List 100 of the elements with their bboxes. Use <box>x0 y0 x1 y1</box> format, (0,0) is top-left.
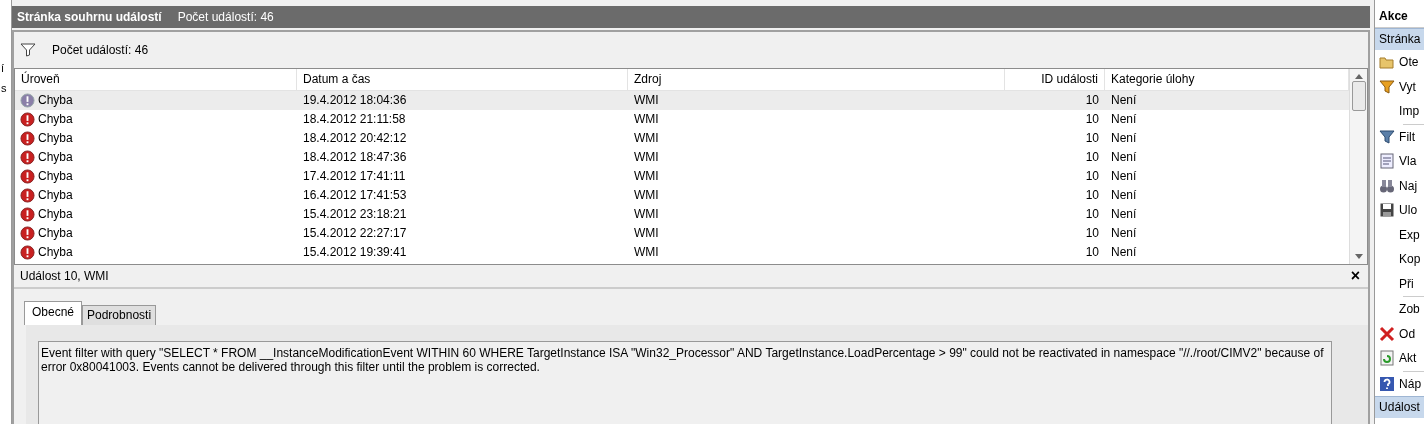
folder-icon <box>1379 54 1396 71</box>
funnel-icon <box>1379 128 1396 145</box>
table-row[interactable]: Chyba 17.4.2012 17:41:11 WMI 10 Není <box>15 167 1350 186</box>
table-cell-text: 18.4.2012 21:11:58 <box>302 112 407 127</box>
table-cell-text: WMI <box>633 150 660 165</box>
table-cell-text: 17.4.2012 17:41:11 <box>302 169 407 184</box>
table-cell-text: WMI <box>633 245 660 260</box>
action-item[interactable]: Exp <box>1399 227 1420 242</box>
event-title: Událost 10, WMI <box>20 268 109 284</box>
table-cell-text: WMI <box>633 226 660 241</box>
action-item[interactable]: Od <box>1399 326 1416 341</box>
table-cell: 10 <box>1085 207 1099 222</box>
filter-count: Počet událostí: 46 <box>52 42 149 58</box>
error-icon <box>20 188 35 203</box>
action-item[interactable]: Při <box>1399 276 1414 291</box>
table-cell: Chyba <box>38 169 73 184</box>
table-row[interactable]: Chyba 15.4.2012 19:39:41 WMI 10 Není <box>15 243 1350 262</box>
page-title: Stránka souhrnu událostí <box>17 9 162 25</box>
section-header[interactable]: Stránka <box>1375 28 1424 50</box>
help-icon <box>1379 375 1396 392</box>
column-header[interactable]: Úroveň <box>15 69 297 90</box>
error-icon <box>20 150 35 165</box>
table-cell-text: WMI <box>633 188 660 203</box>
table-cell: Chyba <box>38 245 73 260</box>
column-header[interactable]: Zdroj <box>628 69 1005 90</box>
table-row[interactable]: Chyba 16.4.2012 17:41:53 WMI 10 Není <box>15 186 1350 205</box>
action-item[interactable]: Ulo <box>1399 203 1418 218</box>
table-cell-text: 16.4.2012 17:41:53 <box>302 188 408 203</box>
binoculars-icon <box>1379 177 1396 194</box>
action-item[interactable]: Ote <box>1399 55 1419 70</box>
scroll-thumb[interactable] <box>1351 81 1366 111</box>
table-cell-text: Není <box>1110 169 1138 184</box>
funnel-icon <box>1379 78 1396 95</box>
table-cell: 10 <box>1085 93 1099 108</box>
action-item[interactable]: Kop <box>1399 252 1421 267</box>
table-cell-text: 15.4.2012 23:18:21 <box>302 207 408 222</box>
table-cell-text: Není <box>1110 93 1138 108</box>
column-header[interactable]: Datum a čas <box>297 69 628 90</box>
table-cell-text: 19.4.2012 18:04:36 <box>302 93 408 108</box>
table-cell-text: 18.4.2012 18:47:36 <box>302 150 408 165</box>
table-row[interactable]: Chyba 18.4.2012 21:11:58 WMI 10 Není <box>15 110 1350 129</box>
scroll-down-icon[interactable] <box>1354 254 1363 259</box>
scroll-up-icon[interactable] <box>1354 74 1363 79</box>
action-item[interactable]: Imp <box>1399 104 1420 119</box>
delete-icon <box>1379 325 1396 342</box>
table-row[interactable]: Chyba 15.4.2012 22:27:17 WMI 10 Není <box>15 224 1350 243</box>
column-header[interactable]: ID události <box>1005 69 1105 90</box>
table-cell: 10 <box>1085 169 1099 184</box>
error-icon <box>20 131 35 146</box>
section-header[interactable]: Událost <box>1375 396 1424 418</box>
table-cell-text: Není <box>1110 188 1138 203</box>
table-row[interactable]: Chyba 18.4.2012 20:42:12 WMI 10 Není <box>15 129 1350 148</box>
action-item[interactable]: Naj <box>1399 178 1418 193</box>
table-cell: 10 <box>1085 131 1099 146</box>
error-icon <box>20 245 35 260</box>
table-cell-text: 15.4.2012 19:39:41 <box>302 245 408 260</box>
table-cell: Chyba <box>38 207 73 222</box>
sidebar-item[interactable]: s <box>0 82 11 102</box>
table-cell-text: Není <box>1110 150 1138 165</box>
table-cell: 10 <box>1085 150 1099 165</box>
table-cell: Chyba <box>38 131 73 146</box>
properties-icon <box>1379 153 1396 170</box>
filter-icon <box>20 43 36 57</box>
action-item[interactable]: Akt <box>1399 351 1417 366</box>
error-icon <box>20 93 35 108</box>
error-icon <box>20 169 35 184</box>
table-cell: Chyba <box>38 188 73 203</box>
table-cell-text: WMI <box>633 93 660 108</box>
table-row[interactable]: Chyba 19.4.2012 18:04:36 WMI 10 Není <box>15 91 1350 110</box>
close-button[interactable]: × <box>1350 266 1361 286</box>
action-item[interactable]: Náp <box>1399 376 1422 391</box>
table-cell-text: WMI <box>633 169 660 184</box>
table-cell-text: Není <box>1110 131 1138 146</box>
table-row[interactable]: Chyba 15.4.2012 23:18:21 WMI 10 Není <box>15 205 1350 224</box>
table-cell: 10 <box>1085 226 1099 241</box>
event-description: Event filter with query "SELECT * FROM __InstanceModificationEvent WITHIN 60 WHERE TargetInstance ISA "Win32_Processor" AND TargetInstance.LoadPercentage > 99" could not be reactivated in namespace "//./root/CIMV2" because of error 0x80041003. Events cannot be delivered through this filter until the problem is corrected. <box>38 341 1333 424</box>
table-cell-text: Není <box>1110 207 1138 222</box>
action-item[interactable]: Vyt <box>1399 79 1416 94</box>
table-cell-text: WMI <box>633 112 660 127</box>
sidebar-item[interactable]: í <box>0 62 11 82</box>
tab[interactable]: Podrobnosti <box>82 305 157 325</box>
table-cell: 10 <box>1085 245 1099 260</box>
action-item[interactable]: Filt <box>1399 129 1416 144</box>
action-item[interactable]: Vla <box>1399 154 1417 169</box>
table-cell: Chyba <box>38 112 73 127</box>
table-cell-text: WMI <box>633 207 660 222</box>
scrollbar[interactable] <box>1349 69 1368 264</box>
table-cell-text: 15.4.2012 22:27:17 <box>302 226 408 241</box>
table-cell: Chyba <box>38 93 73 108</box>
table-cell-text: WMI <box>633 131 660 146</box>
save-icon <box>1379 202 1396 219</box>
table-cell-text: Není <box>1110 245 1138 260</box>
event-count: Počet událostí: 46 <box>177 9 274 25</box>
error-icon <box>20 112 35 127</box>
table-row[interactable]: Chyba 18.4.2012 18:47:36 WMI 10 Není <box>15 148 1350 167</box>
table-cell: Chyba <box>38 150 73 165</box>
tab[interactable]: Obecné <box>24 301 82 325</box>
table-cell: Chyba <box>38 226 73 241</box>
error-icon <box>20 207 35 222</box>
action-item[interactable]: Zob <box>1399 302 1420 317</box>
